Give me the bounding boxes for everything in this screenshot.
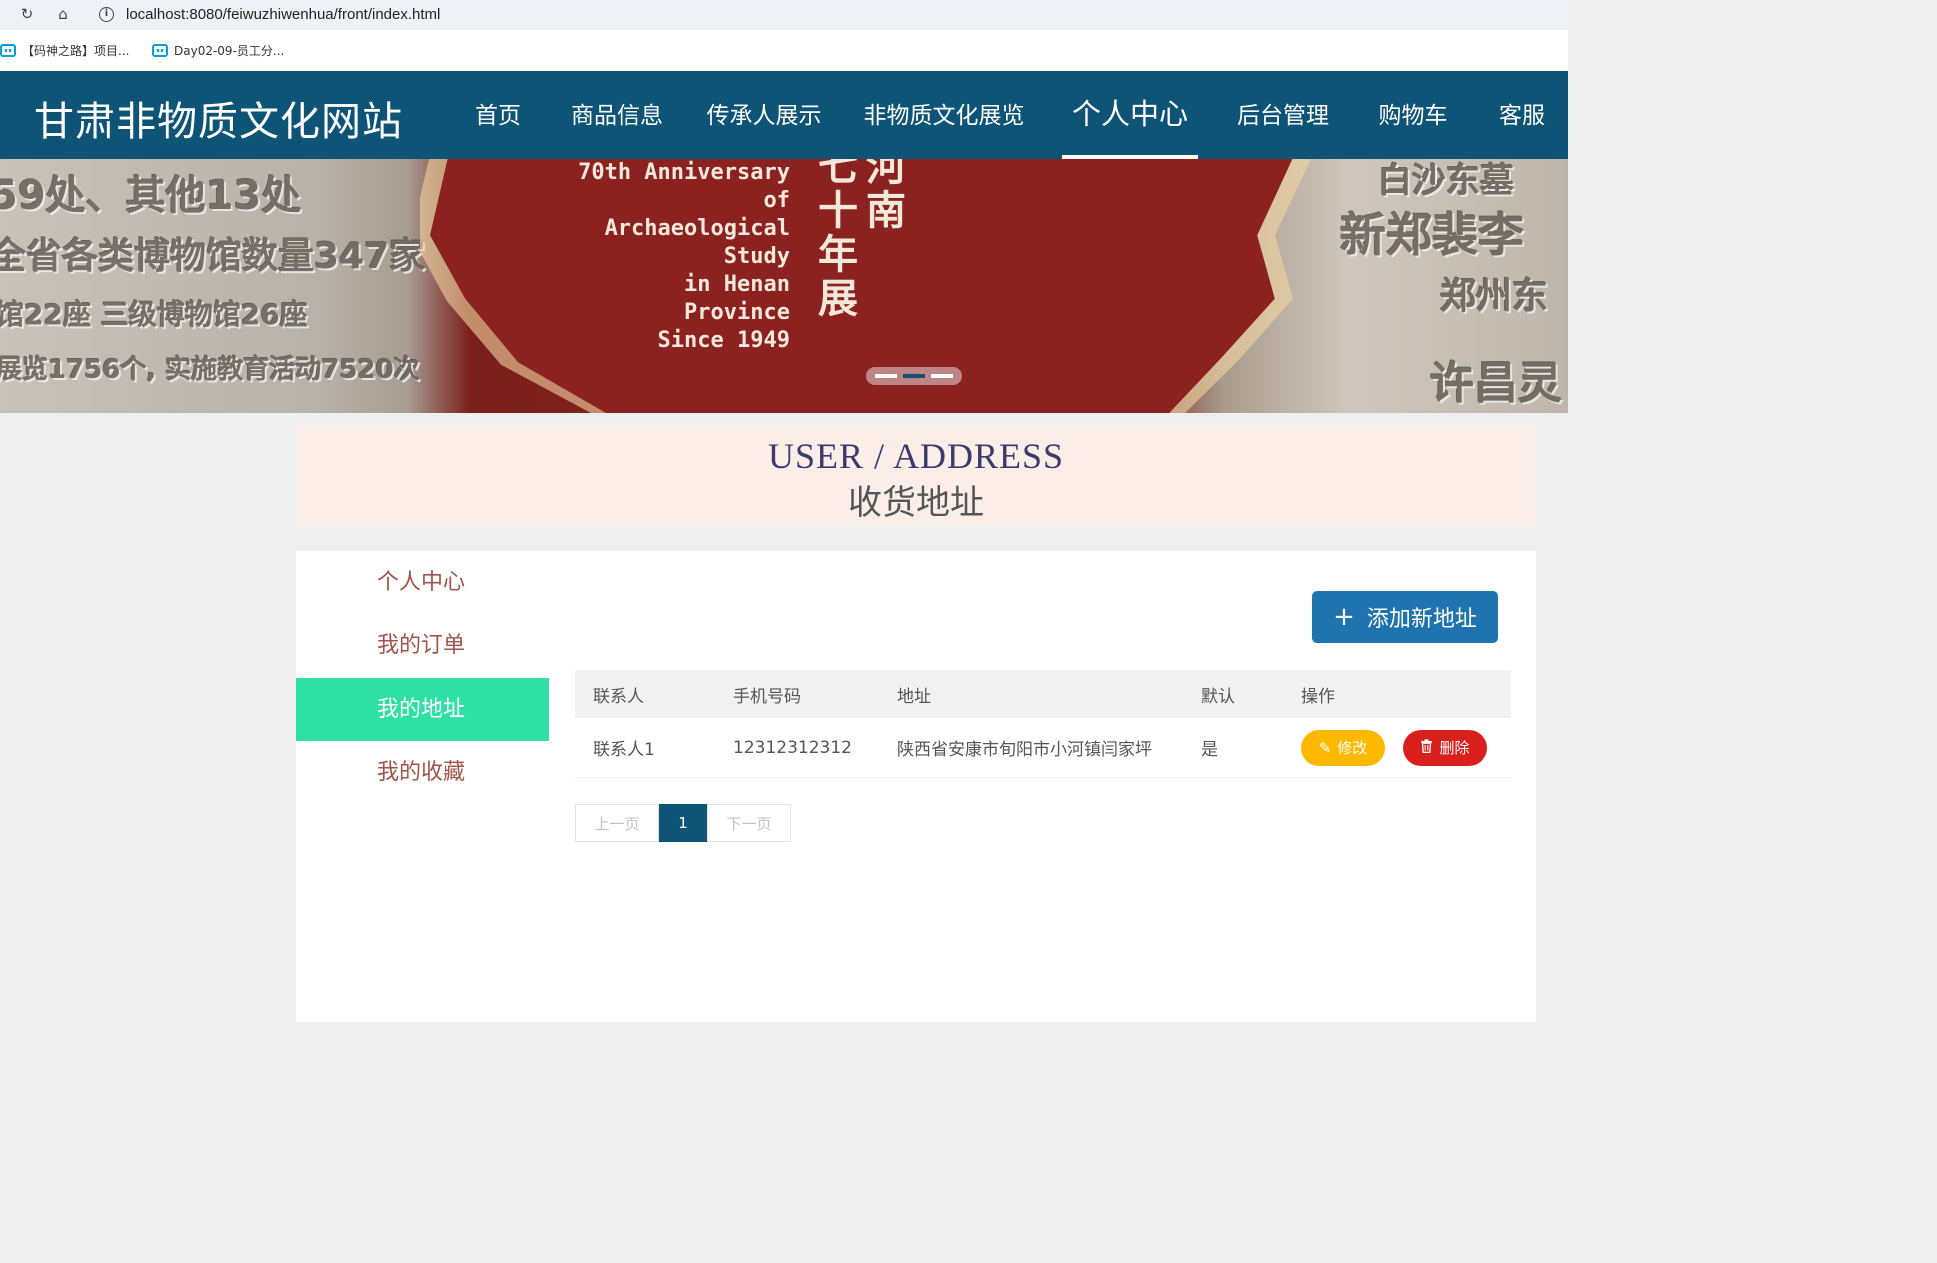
cell-phone: 12312312312 (733, 737, 852, 758)
banner-wall-text: 郑州东 (1440, 276, 1549, 317)
banner-wall-text: 许昌灵 (1430, 358, 1562, 409)
edit-button[interactable]: ✎ 修改 (1301, 729, 1385, 766)
col-header-actions: 操作 (1301, 686, 1335, 707)
address-table: 联系人 手机号码 地址 默认 操作 联系人1 12312312312 陕西省安康… (575, 670, 1511, 778)
reload-icon[interactable]: ↻ (16, 3, 38, 25)
col-header-address: 地址 (897, 686, 931, 707)
page-title-box: USER / ADDRESS 收货地址 (296, 425, 1536, 525)
cell-contact: 联系人1 (593, 740, 655, 760)
nav-cart[interactable]: 购物车 (1368, 71, 1458, 159)
delete-label: 删除 (1439, 739, 1470, 757)
bookmark-label: 【码神之路】项目... (22, 44, 130, 58)
banner-wall-text: 全省各类博物馆数量347家 (0, 236, 426, 277)
bookmark-label: Day02-09-员工分... (174, 44, 285, 58)
nav-personal-center[interactable]: 个人中心 (1062, 71, 1198, 159)
page-number-current[interactable]: 1 (659, 804, 707, 842)
sidebar-item-address[interactable]: 我的地址 (296, 678, 549, 741)
bookmarks-bar: 【码神之路】项目... Day02-09-员工分... (0, 30, 1568, 71)
banner-wall-text: 馆22座 三级博物馆26座 (0, 298, 308, 331)
page-title-en: USER / ADDRESS (767, 436, 1065, 476)
add-address-button[interactable]: + 添加新地址 (1312, 591, 1498, 643)
cell-actions: ✎ 修改 删除 (1301, 718, 1487, 777)
home-icon[interactable]: ⌂ (52, 3, 74, 25)
table-row: 联系人1 12312312312 陕西省安康市旬阳市小河镇闫家坪 是 ✎ 修改 … (575, 718, 1511, 778)
caption-char: 河 (866, 159, 906, 190)
carousel-dot-active[interactable] (903, 374, 925, 378)
prev-page-button[interactable]: 上一页 (575, 804, 659, 842)
pencil-icon: ✎ (1318, 738, 1332, 757)
caption-char: 南 (866, 188, 906, 234)
next-page-button[interactable]: 下一页 (707, 804, 791, 842)
nav-admin[interactable]: 后台管理 (1226, 71, 1340, 159)
edit-label: 修改 (1337, 739, 1368, 757)
site-title[interactable]: 甘肃非物质文化网站 (34, 89, 403, 147)
col-header-phone: 手机号码 (733, 686, 801, 707)
carousel-indicators (866, 367, 962, 385)
banner-wall-text: 59处、其他13处 (0, 173, 302, 219)
sidebar-item-orders[interactable]: 我的订单 (296, 614, 549, 677)
banner-wall-text: 展览1756个, 实施教育活动7520次 (0, 355, 420, 385)
page-title-cn: 收货地址 (848, 483, 984, 523)
caption-line: in Henan Province (684, 272, 790, 325)
site-header: 甘肃非物质文化网站 首页 商品信息 传承人展示 非物质文化展览 个人中心 后台管… (0, 71, 1568, 159)
carousel-dot[interactable] (931, 374, 953, 378)
caption-char: 年 (818, 232, 858, 278)
pagination: 上一页 1 下一页 (575, 804, 791, 842)
url-text: localhost:8080/feiwuzhiwenhua/front/inde… (126, 5, 441, 23)
bilibili-icon (152, 44, 168, 57)
nav-service[interactable]: 客服 (1486, 71, 1558, 159)
nav-products[interactable]: 商品信息 (560, 71, 674, 159)
banner-wall-text: 新郑裴李 (1340, 208, 1524, 262)
sidebar-item-favorites[interactable]: 我的收藏 (296, 741, 549, 804)
banner-english-caption: 70th Anniversary of Archaeological Study… (570, 159, 790, 355)
cell-default: 是 (1201, 740, 1218, 760)
nav-home[interactable]: 首页 (462, 71, 534, 159)
plus-icon: + (1333, 602, 1355, 632)
nav-inheritors[interactable]: 传承人展示 (698, 71, 830, 159)
trash-icon (1420, 738, 1433, 757)
carousel-dot[interactable] (875, 374, 897, 378)
caption-line: Archaeological Study (604, 216, 790, 269)
add-address-label: 添加新地址 (1366, 607, 1477, 632)
address-panel: 个人中心 我的订单 我的地址 我的收藏 + 添加新地址 联系人 手机号码 地址 … (296, 551, 1536, 1022)
address-bar[interactable]: i localhost:8080/feiwuzhiwenhua/front/in… (90, 1, 440, 27)
banner-chinese-caption-2: 河 南 (866, 159, 966, 233)
banner-carousel[interactable]: 59处、其他13处 全省各类博物馆数量347家 馆22座 三级博物馆26座 展览… (0, 159, 1568, 413)
cell-address: 陕西省安康市旬阳市小河镇闫家坪 (897, 740, 1152, 760)
caption-line: Since 1949 (657, 328, 790, 353)
table-header: 联系人 手机号码 地址 默认 操作 (575, 670, 1511, 718)
col-header-contact: 联系人 (593, 686, 644, 707)
caption-char: 展 (818, 276, 858, 322)
banner-wall-text: 白沙东墓 (1378, 161, 1514, 201)
caption-line: 70th Anniversary of (578, 160, 790, 213)
bookmark-item[interactable]: Day02-09-员工分... (152, 42, 284, 59)
nav-exhibition[interactable]: 非物质文化展览 (856, 71, 1032, 159)
col-header-default: 默认 (1201, 686, 1235, 707)
bookmark-item[interactable]: 【码神之路】项目... (0, 42, 129, 59)
browser-toolbar: ↻ ⌂ i localhost:8080/feiwuzhiwenhua/fron… (0, 0, 1568, 30)
delete-button[interactable]: 删除 (1403, 729, 1487, 766)
sidebar-item-personal-center[interactable]: 个人中心 (296, 551, 549, 614)
bilibili-icon (0, 44, 16, 57)
site-info-icon[interactable]: i (99, 6, 114, 22)
